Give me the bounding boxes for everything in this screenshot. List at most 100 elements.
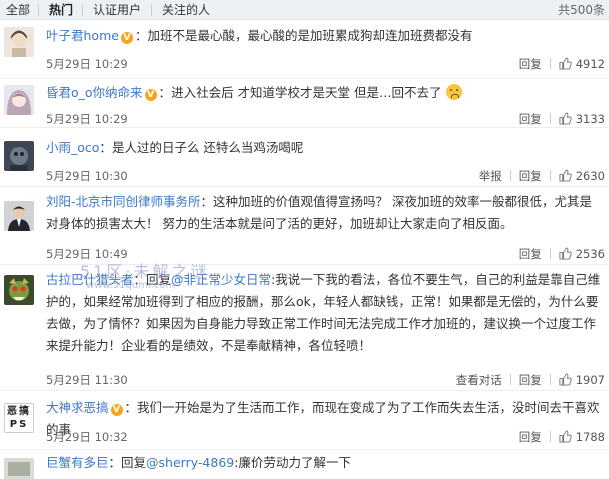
username-link[interactable]: 大神求恶搞: [46, 400, 109, 415]
separator: ：: [99, 140, 112, 155]
avatar[interactable]: [4, 275, 34, 305]
action-divider: [549, 58, 551, 69]
avatar-image: [4, 458, 34, 479]
action-divider: [549, 431, 551, 442]
avatar[interactable]: [4, 85, 34, 115]
comment-tabs: 全部 热门 认证用户 关注的人 共500条: [0, 0, 609, 20]
like-count: 2536: [575, 247, 605, 261]
comment-body: 小雨_oco：是人过的日子么 还特么当鸡汤喝呢: [46, 137, 603, 159]
thumbs-up-icon[interactable]: [559, 112, 572, 125]
separator: ：: [158, 85, 172, 100]
separator: ：: [200, 194, 214, 209]
avatar-image: [4, 275, 34, 305]
comment-actions: 回复 4912: [519, 55, 605, 73]
comment-meta: 5月29日 10:29 回复 4912: [46, 55, 605, 73]
reply-button[interactable]: 回复: [519, 245, 542, 263]
comment-body: 昏君o_o你纳命来 V ：进入社会后 才知道学校才是天堂 但是…回不去了: [46, 82, 603, 104]
action-divider: [549, 374, 551, 385]
username-link[interactable]: 昏君o_o你纳命来: [46, 85, 143, 100]
username-link[interactable]: 巨蟹有多巨: [46, 455, 109, 470]
reply-button[interactable]: 回复: [519, 167, 542, 185]
tab-divider: [82, 4, 83, 16]
tab-following[interactable]: 关注的人: [162, 2, 210, 18]
action-divider: [509, 170, 511, 181]
verified-badge-icon: V: [110, 404, 123, 416]
tab-hot[interactable]: 热门: [49, 2, 73, 18]
comment-actions: 回复 1788: [519, 428, 605, 446]
comment-meta: 5月29日 10:32 回复 1788: [46, 428, 605, 446]
separator: ：: [134, 28, 148, 43]
reply-button[interactable]: 回复: [519, 55, 542, 73]
action-divider: [549, 248, 551, 259]
avatar[interactable]: [4, 27, 34, 57]
comment-text: :廉价劳动力了解一下: [234, 455, 351, 470]
like-count: 3133: [575, 112, 605, 126]
avatar-image: [4, 27, 34, 57]
comment-meta: 5月29日 11:30 查看对话 回复 1907: [46, 371, 605, 389]
comment-time: 5月29日 10:49: [46, 247, 128, 261]
reply-button[interactable]: 回复: [519, 371, 542, 389]
avatar-image: [4, 141, 34, 171]
thumbs-up-icon[interactable]: [559, 169, 572, 182]
comment-body: 叶子君home V ：加班不是最心酸，最心酸的是加班累成狗却连加班费都没有: [46, 25, 603, 47]
comment-time: 5月29日 10:30: [46, 169, 128, 183]
comment-body: 刘阳-北京市同创律师事务所：这种加班的价值观值得宣扬吗？ 深夜加班的效率一般都很…: [46, 191, 603, 235]
mention-link[interactable]: @sherry-4869: [146, 455, 234, 470]
comment-time: 5月29日 10:29: [46, 57, 128, 71]
avatar[interactable]: [4, 458, 34, 479]
thumbs-up-icon[interactable]: [559, 247, 572, 260]
like-count: 1907: [575, 373, 605, 387]
like-count: 2630: [575, 169, 605, 183]
comment-item: 恶搞PS 大神求恶搞 V ：我们一开始是为了生活而工作，而现在变成了为了工作而失去生…: [0, 391, 609, 450]
avatar-text: 恶搞PS: [7, 406, 31, 430]
like-count: 1788: [575, 430, 605, 444]
separator: ：: [133, 272, 147, 287]
comment-actions: 查看对话 回复 1907: [456, 371, 605, 389]
avatar-image: [4, 201, 34, 231]
view-conversation-button[interactable]: 查看对话: [456, 371, 502, 389]
action-divider: [549, 170, 551, 181]
comment-actions: 举报 回复 2630: [479, 167, 605, 185]
avatar[interactable]: [4, 141, 34, 171]
reply-button[interactable]: 回复: [519, 428, 542, 446]
action-divider: [549, 113, 551, 124]
username-link[interactable]: 刘阳-北京市同创律师事务所: [46, 194, 201, 209]
tab-divider: [151, 4, 152, 16]
username-link[interactable]: 古拉巴什猎头者: [46, 272, 134, 287]
comment-actions: 回复 3133: [519, 110, 605, 128]
comment-total: 共500条: [558, 3, 605, 17]
comment-meta: 5月29日 10:49 回复 2536: [46, 245, 605, 263]
separator: ：: [124, 400, 138, 415]
comment-text: 是人过的日子么 还特么当鸡汤喝呢: [111, 140, 304, 155]
tab-divider: [38, 4, 39, 16]
reply-prefix: 回复: [121, 455, 147, 470]
report-button[interactable]: 举报: [479, 167, 502, 185]
thumbs-up-icon[interactable]: [559, 57, 572, 70]
sad-face-emoji-icon: [445, 84, 462, 100]
comment-meta: 5月29日 10:29 回复 3133: [46, 110, 605, 128]
comment-text: 进入社会后 才知道学校才是天堂 但是…回不去了: [171, 85, 442, 100]
tab-verified[interactable]: 认证用户: [93, 2, 141, 18]
separator: ：: [108, 455, 122, 470]
comment-time: 5月29日 10:29: [46, 112, 128, 126]
comment-item: 昏君o_o你纳命来 V ：进入社会后 才知道学校才是天堂 但是…回不去了 5月29日…: [0, 79, 609, 128]
comment-time: 5月29日 10:32: [46, 430, 128, 444]
username-link[interactable]: 叶子君home: [46, 28, 119, 43]
comment-item: 巨蟹有多巨：回复@sherry-4869:廉价劳动力了解一下: [0, 450, 609, 479]
thumbs-up-icon[interactable]: [559, 373, 572, 386]
like-count: 4912: [575, 57, 605, 71]
comment-item: 叶子君home V ：加班不是最心酸，最心酸的是加班累成狗却连加班费都没有 5月29…: [0, 21, 609, 79]
avatar-image: [4, 85, 34, 115]
mention-link[interactable]: @非正常少女日常: [171, 272, 271, 287]
avatar[interactable]: 恶搞PS: [4, 403, 34, 433]
avatar[interactable]: [4, 201, 34, 231]
verified-badge-icon: V: [120, 32, 133, 44]
comment-body: 巨蟹有多巨：回复@sherry-4869:廉价劳动力了解一下: [46, 452, 603, 474]
username-link[interactable]: 小雨_oco: [46, 140, 99, 155]
tab-all[interactable]: 全部: [6, 2, 30, 18]
comment-meta: 5月29日 10:30 举报 回复 2630: [46, 167, 605, 185]
reply-button[interactable]: 回复: [519, 110, 542, 128]
thumbs-up-icon[interactable]: [559, 430, 572, 443]
comment-actions: 回复 2536: [519, 245, 605, 263]
verified-badge-icon: V: [144, 89, 157, 101]
